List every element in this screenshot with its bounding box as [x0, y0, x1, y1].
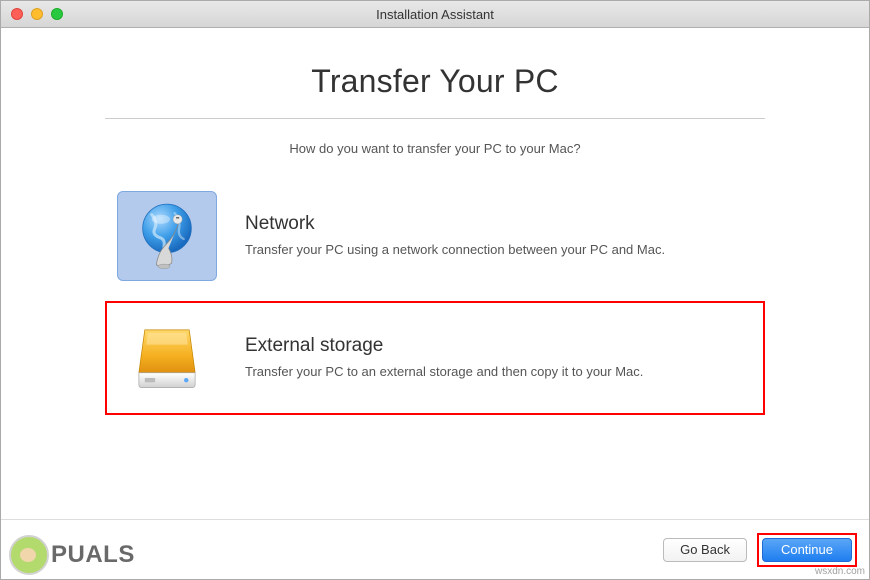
- watermark-site-text: wsxdn.com: [815, 566, 865, 577]
- external-drive-icon: [130, 319, 204, 397]
- titlebar: Installation Assistant: [1, 1, 869, 28]
- option-external-description: Transfer your PC to an external storage …: [245, 363, 753, 381]
- page-title: Transfer Your PC: [311, 63, 558, 100]
- watermark-badge-icon: [9, 535, 49, 575]
- footer: PUALS Go Back Continue: [1, 519, 869, 579]
- option-network[interactable]: Network Transfer your PC using a network…: [105, 181, 765, 291]
- footer-buttons: Go Back Continue: [663, 533, 857, 567]
- globe-network-icon: [129, 198, 205, 274]
- window-title: Installation Assistant: [376, 7, 494, 22]
- watermark-logo: PUALS: [9, 535, 135, 575]
- window-controls: [11, 8, 63, 20]
- option-network-text: Network Transfer your PC using a network…: [245, 213, 753, 259]
- maximize-icon[interactable]: [51, 8, 63, 20]
- watermark-brand-text: PUALS: [51, 541, 135, 569]
- option-network-title: Network: [245, 213, 753, 235]
- external-drive-icon-box: [117, 313, 217, 403]
- divider: [105, 118, 765, 119]
- options-list: Network Transfer your PC using a network…: [105, 181, 765, 415]
- network-icon-box: [117, 191, 217, 281]
- content-area: Transfer Your PC How do you want to tran…: [1, 28, 869, 519]
- continue-highlight: Continue: [757, 533, 857, 567]
- minimize-icon[interactable]: [31, 8, 43, 20]
- installer-window: Installation Assistant Transfer Your PC …: [0, 0, 870, 580]
- go-back-button[interactable]: Go Back: [663, 538, 747, 562]
- close-icon[interactable]: [11, 8, 23, 20]
- option-external-title: External storage: [245, 335, 753, 357]
- option-external-text: External storage Transfer your PC to an …: [245, 335, 753, 381]
- page-subtitle: How do you want to transfer your PC to y…: [289, 141, 580, 156]
- continue-button[interactable]: Continue: [762, 538, 852, 562]
- option-external-storage[interactable]: External storage Transfer your PC to an …: [105, 301, 765, 415]
- option-network-description: Transfer your PC using a network connect…: [245, 241, 753, 259]
